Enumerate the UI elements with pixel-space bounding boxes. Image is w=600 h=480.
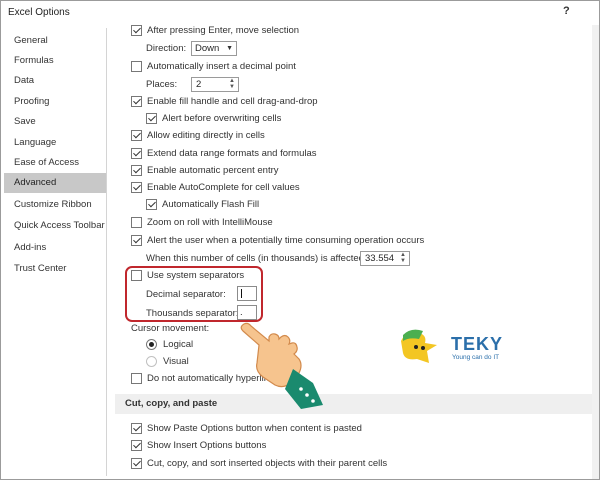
- sidebar-item-formulas[interactable]: Formulas: [4, 51, 106, 71]
- paste-options-option[interactable]: Show Paste Options button when content i…: [131, 421, 362, 437]
- percent-entry-checkbox[interactable]: [131, 164, 142, 176]
- cut-copy-paste-section-header: Cut, copy, and paste: [115, 394, 599, 414]
- pointing-hand-icon: [240, 322, 323, 409]
- teky-tagline: Young can do IT: [452, 354, 500, 361]
- title-bar: Excel Options ?: [1, 1, 599, 25]
- autocomplete-label: Enable AutoComplete for cell values: [147, 182, 300, 193]
- visual-label: Visual: [163, 356, 189, 367]
- sidebar-item-data[interactable]: Data: [4, 71, 106, 91]
- cells-affected-value: 33.554: [365, 253, 395, 264]
- extend-range-label: Extend data range formats and formulas: [147, 148, 317, 159]
- extend-range-option[interactable]: Extend data range formats and formulas: [131, 146, 317, 162]
- insert-options-option[interactable]: Show Insert Options buttons: [131, 438, 266, 454]
- cursor-movement-label: Cursor movement:: [131, 323, 210, 334]
- separators-highlight: [125, 266, 263, 322]
- options-sidebar: General Formulas Data Proofing Save Lang…: [4, 28, 107, 476]
- alert-overwrite-checkbox[interactable]: [146, 112, 157, 124]
- window-title: Excel Options: [8, 7, 70, 18]
- decimal-point-label: Automatically insert a decimal point: [147, 61, 296, 72]
- visual-radio[interactable]: [146, 355, 157, 367]
- edit-directly-checkbox[interactable]: [131, 129, 142, 141]
- paste-options-checkbox[interactable]: [131, 422, 142, 434]
- extend-range-checkbox[interactable]: [131, 147, 142, 159]
- decimal-point-checkbox[interactable]: [131, 60, 142, 72]
- percent-entry-label: Enable automatic percent entry: [147, 165, 279, 176]
- flash-fill-option[interactable]: Automatically Flash Fill: [146, 197, 259, 213]
- places-value: 2: [196, 79, 202, 90]
- cells-affected-spinner[interactable]: 33.554 ▲ ▼: [360, 251, 410, 266]
- teky-brand: TEKY: [451, 334, 504, 354]
- chevron-down-icon: ▼: [226, 45, 233, 52]
- cut-sort-label: Cut, copy, and sort inserted objects wit…: [147, 458, 388, 469]
- fill-handle-option[interactable]: Enable fill handle and cell drag-and-dro…: [131, 94, 318, 110]
- sidebar-item-quick-access-toolbar[interactable]: Quick Access Toolbar: [4, 216, 106, 236]
- insert-options-label: Show Insert Options buttons: [147, 440, 267, 451]
- excel-options-window: Excel Options ? General Formulas Data Pr…: [0, 0, 600, 480]
- sidebar-item-customize-ribbon[interactable]: Customize Ribbon: [4, 195, 106, 215]
- sidebar-item-add-ins[interactable]: Add-ins: [4, 238, 106, 258]
- edit-directly-label: Allow editing directly in cells: [147, 130, 265, 141]
- help-button[interactable]: ?: [563, 5, 570, 17]
- logical-option[interactable]: Logical: [146, 337, 193, 353]
- sidebar-item-language[interactable]: Language: [4, 133, 106, 153]
- direction-dropdown[interactable]: Down ▼: [191, 41, 237, 56]
- sidebar-item-advanced[interactable]: Advanced: [4, 173, 106, 193]
- after-enter-checkbox[interactable]: [131, 24, 142, 36]
- after-enter-option[interactable]: After pressing Enter, move selection: [131, 23, 299, 39]
- logical-radio[interactable]: [146, 338, 157, 350]
- fill-handle-checkbox[interactable]: [131, 95, 142, 107]
- percent-entry-option[interactable]: Enable automatic percent entry: [131, 163, 279, 179]
- cells-affected-label: When this number of cells (in thousands)…: [146, 253, 367, 264]
- no-hyperlink-checkbox[interactable]: [131, 372, 142, 384]
- autocomplete-checkbox[interactable]: [131, 181, 142, 193]
- sidebar-item-proofing[interactable]: Proofing: [4, 92, 106, 112]
- alert-time-checkbox[interactable]: [131, 234, 142, 246]
- zoom-roll-checkbox[interactable]: [131, 216, 142, 228]
- spinner-arrows-icon[interactable]: ▲ ▼: [228, 78, 236, 91]
- edit-directly-option[interactable]: Allow editing directly in cells: [131, 128, 265, 144]
- alert-overwrite-label: Alert before overwriting cells: [162, 113, 282, 124]
- insert-options-checkbox[interactable]: [131, 439, 142, 451]
- fill-handle-label: Enable fill handle and cell drag-and-dro…: [147, 96, 318, 107]
- direction-value: Down: [195, 43, 220, 54]
- flash-fill-checkbox[interactable]: [146, 198, 157, 210]
- after-enter-label: After pressing Enter, move selection: [147, 25, 300, 36]
- spinner-arrows-icon[interactable]: ▲ ▼: [399, 252, 407, 265]
- direction-label: Direction:: [146, 43, 187, 54]
- flash-fill-label: Automatically Flash Fill: [162, 199, 260, 210]
- cut-sort-option[interactable]: Cut, copy, and sort inserted objects wit…: [131, 456, 387, 472]
- places-label: Places:: [146, 79, 178, 90]
- places-spinner[interactable]: 2 ▲ ▼: [191, 77, 239, 92]
- sidebar-item-ease-of-access[interactable]: Ease of Access: [4, 153, 106, 173]
- vertical-scrollbar[interactable]: [592, 25, 599, 479]
- decimal-point-option[interactable]: Automatically insert a decimal point: [131, 59, 296, 75]
- zoom-roll-label: Zoom on roll with IntelliMouse: [147, 217, 273, 228]
- alert-time-option[interactable]: Alert the user when a potentially time c…: [131, 233, 424, 249]
- paste-options-label: Show Paste Options button when content i…: [147, 423, 362, 434]
- autocomplete-option[interactable]: Enable AutoComplete for cell values: [131, 180, 300, 196]
- sidebar-item-trust-center[interactable]: Trust Center: [4, 259, 106, 279]
- sidebar-item-general[interactable]: General: [4, 31, 106, 51]
- cut-sort-checkbox[interactable]: [131, 457, 142, 469]
- alert-time-label: Alert the user when a potentially time c…: [147, 235, 425, 246]
- sidebar-item-save[interactable]: Save: [4, 112, 106, 132]
- zoom-roll-option[interactable]: Zoom on roll with IntelliMouse: [131, 215, 273, 231]
- logical-label: Logical: [163, 339, 194, 350]
- alert-overwrite-option[interactable]: Alert before overwriting cells: [146, 111, 281, 127]
- visual-option[interactable]: Visual: [146, 354, 189, 370]
